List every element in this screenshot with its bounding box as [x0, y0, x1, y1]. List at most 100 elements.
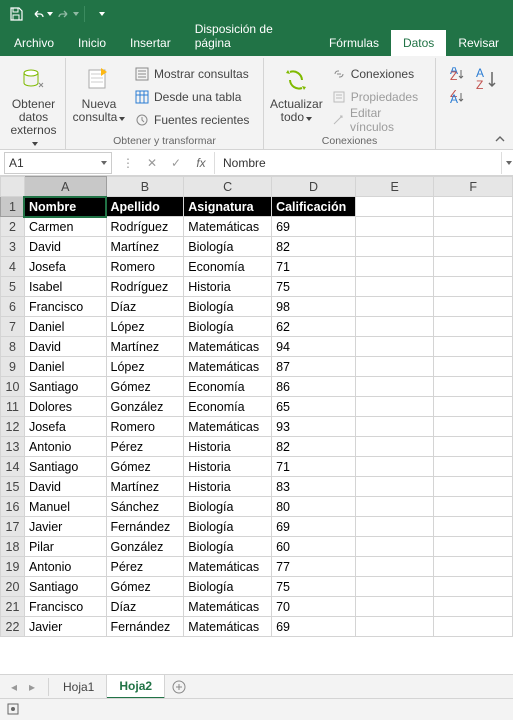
- cell[interactable]: [355, 197, 434, 217]
- cell[interactable]: [355, 377, 434, 397]
- cell[interactable]: 71: [272, 257, 356, 277]
- cell[interactable]: David: [24, 477, 106, 497]
- cell[interactable]: [434, 297, 513, 317]
- cell[interactable]: [434, 277, 513, 297]
- cell[interactable]: Gómez: [106, 377, 184, 397]
- cell[interactable]: [434, 437, 513, 457]
- ordenar-button[interactable]: AZ: [472, 62, 502, 96]
- cell[interactable]: [355, 557, 434, 577]
- cell[interactable]: 75: [272, 577, 356, 597]
- cell[interactable]: 69: [272, 617, 356, 637]
- cell[interactable]: [434, 597, 513, 617]
- cell[interactable]: [434, 517, 513, 537]
- cell[interactable]: [355, 357, 434, 377]
- select-all-corner[interactable]: [1, 177, 25, 197]
- cell[interactable]: 62: [272, 317, 356, 337]
- cell[interactable]: Antonio: [24, 557, 106, 577]
- cell[interactable]: Josefa: [24, 417, 106, 437]
- cell[interactable]: González: [106, 397, 184, 417]
- nueva-consulta-button[interactable]: Nueva consulta: [70, 62, 128, 124]
- cell[interactable]: Historia: [184, 477, 272, 497]
- cell[interactable]: Matemáticas: [184, 557, 272, 577]
- cell[interactable]: [434, 477, 513, 497]
- cell[interactable]: Matemáticas: [184, 217, 272, 237]
- cell[interactable]: [355, 457, 434, 477]
- tab-datos[interactable]: Datos: [391, 30, 446, 56]
- cell[interactable]: Javier: [24, 617, 106, 637]
- cell[interactable]: [434, 357, 513, 377]
- cell[interactable]: 94: [272, 337, 356, 357]
- cell[interactable]: González: [106, 537, 184, 557]
- collapse-ribbon-button[interactable]: [491, 131, 509, 147]
- cell[interactable]: Apellido: [106, 197, 184, 217]
- row-header[interactable]: 16: [1, 497, 25, 517]
- cell[interactable]: [355, 597, 434, 617]
- cell[interactable]: [434, 557, 513, 577]
- cell[interactable]: [434, 417, 513, 437]
- cell[interactable]: Economía: [184, 257, 272, 277]
- cell[interactable]: [355, 497, 434, 517]
- row-header[interactable]: 13: [1, 437, 25, 457]
- cell[interactable]: Martínez: [106, 477, 184, 497]
- row-header[interactable]: 21: [1, 597, 25, 617]
- cell[interactable]: Fernández: [106, 517, 184, 537]
- cell[interactable]: [355, 437, 434, 457]
- cell[interactable]: Antonio: [24, 437, 106, 457]
- cell[interactable]: Matemáticas: [184, 337, 272, 357]
- row-header[interactable]: 4: [1, 257, 25, 277]
- column-header[interactable]: A: [24, 177, 106, 197]
- sheet-tab-hoja2[interactable]: Hoja2: [107, 675, 165, 699]
- cell[interactable]: Historia: [184, 277, 272, 297]
- cell[interactable]: 82: [272, 437, 356, 457]
- row-header[interactable]: 5: [1, 277, 25, 297]
- actualizar-todo-button[interactable]: Actualizar todo: [268, 62, 325, 124]
- row-header[interactable]: 8: [1, 337, 25, 357]
- undo-button[interactable]: [30, 2, 54, 26]
- row-header[interactable]: 19: [1, 557, 25, 577]
- row-header[interactable]: 14: [1, 457, 25, 477]
- desde-tabla-button[interactable]: Desde una tabla: [130, 87, 253, 107]
- row-header[interactable]: 3: [1, 237, 25, 257]
- row-header[interactable]: 9: [1, 357, 25, 377]
- cell[interactable]: [355, 317, 434, 337]
- cell[interactable]: 86: [272, 377, 356, 397]
- mostrar-consultas-button[interactable]: Mostrar consultas: [130, 64, 253, 84]
- cell[interactable]: Rodríguez: [106, 277, 184, 297]
- cancel-button[interactable]: ✕: [140, 152, 164, 174]
- cell[interactable]: [434, 617, 513, 637]
- cell[interactable]: Daniel: [24, 357, 106, 377]
- row-header[interactable]: 6: [1, 297, 25, 317]
- tab-scroll-first[interactable]: ◂: [6, 678, 22, 696]
- cell[interactable]: 75: [272, 277, 356, 297]
- cell[interactable]: Gómez: [106, 577, 184, 597]
- cell[interactable]: [434, 317, 513, 337]
- cell[interactable]: [434, 537, 513, 557]
- cell[interactable]: Fernández: [106, 617, 184, 637]
- cell[interactable]: [434, 237, 513, 257]
- cell[interactable]: 69: [272, 517, 356, 537]
- cell[interactable]: Daniel: [24, 317, 106, 337]
- cell[interactable]: [434, 457, 513, 477]
- tab-archivo[interactable]: Archivo: [2, 30, 66, 56]
- tab-diseno[interactable]: Disposición de página: [183, 16, 317, 56]
- cell[interactable]: 71: [272, 457, 356, 477]
- conexiones-button[interactable]: Conexiones: [327, 64, 429, 84]
- cell[interactable]: Biología: [184, 237, 272, 257]
- cell[interactable]: López: [106, 357, 184, 377]
- cell[interactable]: [434, 377, 513, 397]
- cell[interactable]: Romero: [106, 417, 184, 437]
- record-macro-icon[interactable]: [6, 702, 22, 718]
- cell[interactable]: López: [106, 317, 184, 337]
- cell[interactable]: 60: [272, 537, 356, 557]
- cell[interactable]: Matemáticas: [184, 357, 272, 377]
- cell[interactable]: Santiago: [24, 457, 106, 477]
- row-header[interactable]: 12: [1, 417, 25, 437]
- cell[interactable]: Matemáticas: [184, 617, 272, 637]
- cell[interactable]: Dolores: [24, 397, 106, 417]
- enter-button[interactable]: ✓: [164, 152, 188, 174]
- cell[interactable]: Díaz: [106, 597, 184, 617]
- cell[interactable]: 98: [272, 297, 356, 317]
- tab-scroll-last[interactable]: ▸: [24, 678, 40, 696]
- cell[interactable]: 69: [272, 217, 356, 237]
- cell[interactable]: [355, 397, 434, 417]
